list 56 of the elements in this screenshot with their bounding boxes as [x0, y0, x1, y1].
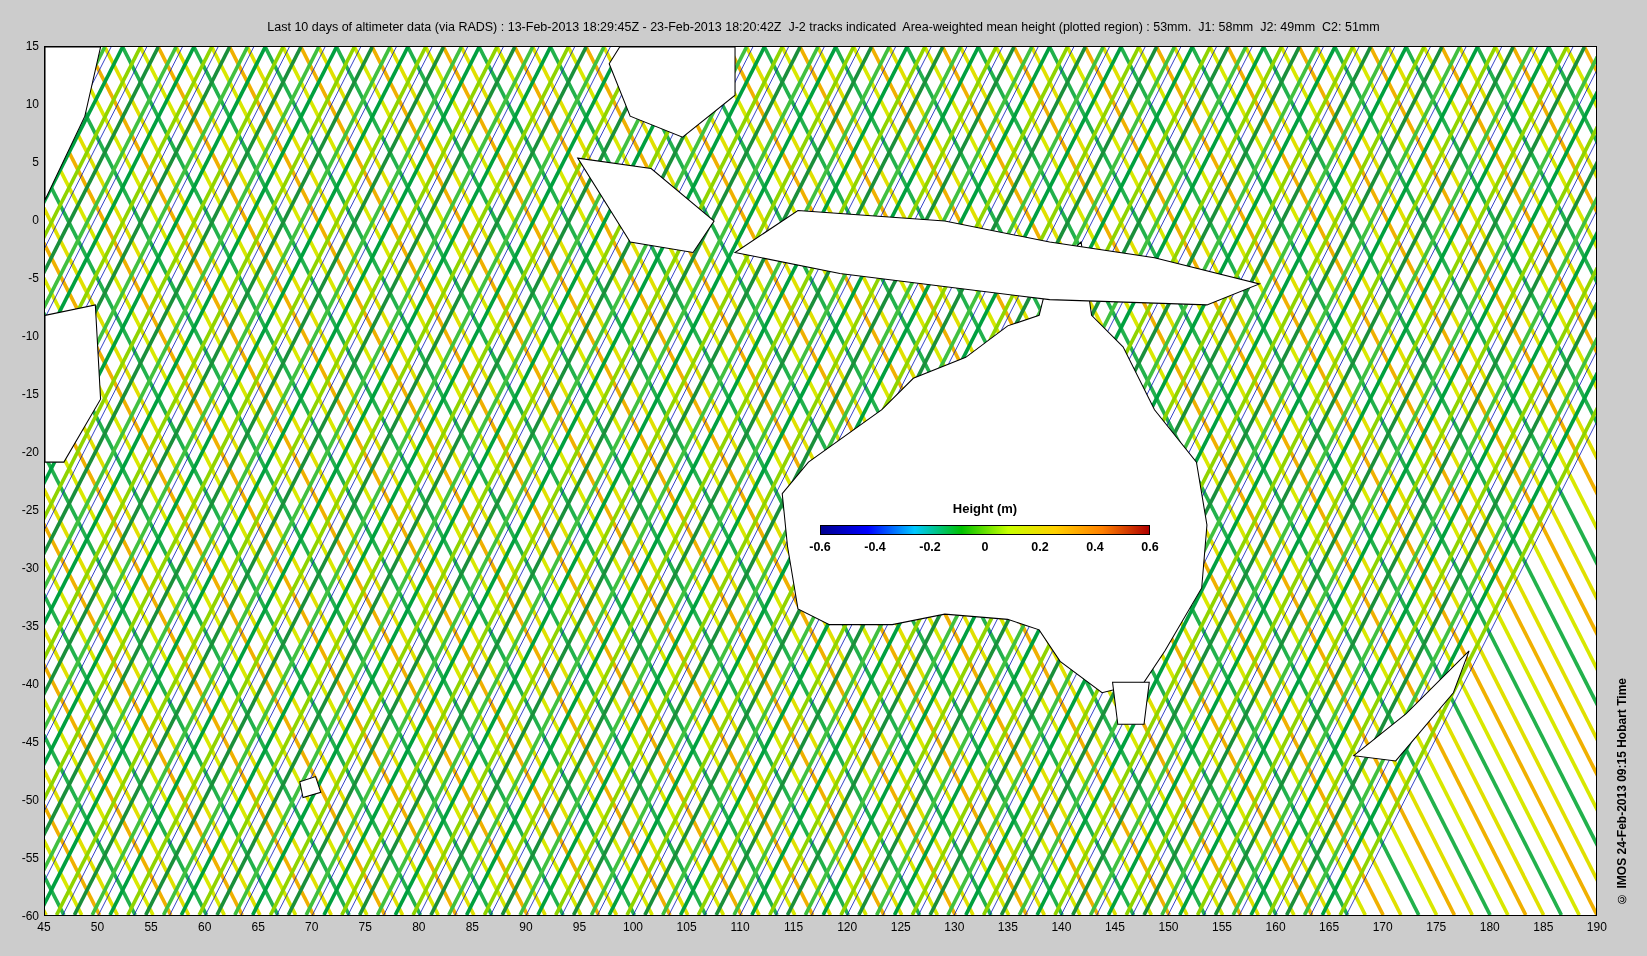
x-axis-tick-label: 170 [1372, 919, 1393, 936]
colorbar-tick-label: 0.6 [1141, 538, 1159, 556]
x-axis-tick-label: 95 [572, 919, 587, 936]
x-axis-tick-label: 100 [623, 919, 644, 936]
x-axis-tick-label: 145 [1104, 919, 1125, 936]
x-axis-tick-label: 185 [1533, 919, 1554, 936]
x-axis-tick-label: 180 [1479, 919, 1500, 936]
plot-title: Last 10 days of altimeter data (via RADS) : 13-Feb-2013 18:29:45Z - 23-Feb-2013 18:20:42Z J-2 tracks indicated Area-weighted mean height (plotted region) : 53mm. J1: 58mm J2: 49mm C2: 51mm [267, 18, 1380, 36]
x-axis-tick-label: 85 [465, 919, 480, 936]
x-axis-tick-label: 140 [1051, 919, 1072, 936]
y-axis-tick-label: -35 [21, 618, 39, 634]
y-axis-tick-label: -5 [28, 270, 39, 286]
x-axis-tick-label: 190 [1586, 919, 1607, 936]
y-axis-tick-label: -55 [21, 850, 39, 866]
colorbar-tick-label: -0.2 [919, 538, 941, 556]
y-axis-tick-label: -50 [21, 792, 39, 808]
y-axis-tick-label: -20 [21, 444, 39, 460]
y-axis-tick-label: 5 [32, 154, 39, 170]
x-axis-tick-label: 125 [890, 919, 911, 936]
y-axis-tick-label: 10 [25, 96, 39, 112]
x-axis-tick-label: 135 [997, 919, 1018, 936]
y-axis-tick-label: -10 [21, 328, 39, 344]
x-axis-tick-label: 155 [1212, 919, 1233, 936]
x-axis-tick-label: 150 [1158, 919, 1179, 936]
x-axis-tick-label: 80 [412, 919, 426, 936]
credit-text: © IMOS 24-Feb-2013 09:15 Hobart Time [1614, 678, 1630, 906]
x-axis-tick-label: 115 [784, 919, 804, 936]
x-axis-tick-label: 90 [519, 919, 533, 936]
y-axis-tick-label: -30 [21, 560, 39, 576]
x-axis-tick-label: 175 [1426, 919, 1447, 936]
x-axis-tick-label: 55 [144, 919, 158, 936]
y-axis-tick-label: -25 [21, 502, 39, 518]
y-axis-tick-label: 0 [32, 212, 39, 228]
x-axis-tick-label: 130 [944, 919, 965, 936]
colorbar-tick-label: 0 [981, 538, 989, 556]
x-axis-tick-label: 45 [37, 920, 51, 936]
colorbar-tick-label: 0.4 [1086, 538, 1104, 556]
y-axis-tick-label: -45 [21, 734, 39, 750]
y-axis-tick-label: -40 [21, 676, 39, 692]
x-axis-tick-label: 70 [305, 919, 319, 936]
x-axis-tick-label: 60 [197, 919, 212, 936]
colorbar-tick-label: 0.2 [1031, 538, 1049, 556]
x-axis-tick-label: 75 [358, 919, 372, 936]
x-axis-tick-label: 120 [837, 919, 858, 936]
colorbar-label: Height (m) [952, 500, 1018, 518]
y-axis-tick-label: 15 [25, 38, 39, 54]
x-axis-tick-label: 105 [676, 919, 697, 936]
y-axis-tick-label: -60 [21, 908, 39, 923]
x-axis-tick-label: 110 [730, 919, 750, 936]
x-axis-tick-label: 65 [251, 919, 265, 936]
colorbar-tick-label: -0.4 [864, 538, 886, 556]
x-axis-tick-label: 160 [1265, 919, 1286, 936]
colorbar-tick-label: -0.6 [809, 538, 831, 556]
x-axis-tick-label: 165 [1319, 919, 1340, 936]
y-axis-tick-label: -15 [21, 386, 39, 402]
x-axis-tick-label: 50 [90, 919, 105, 936]
